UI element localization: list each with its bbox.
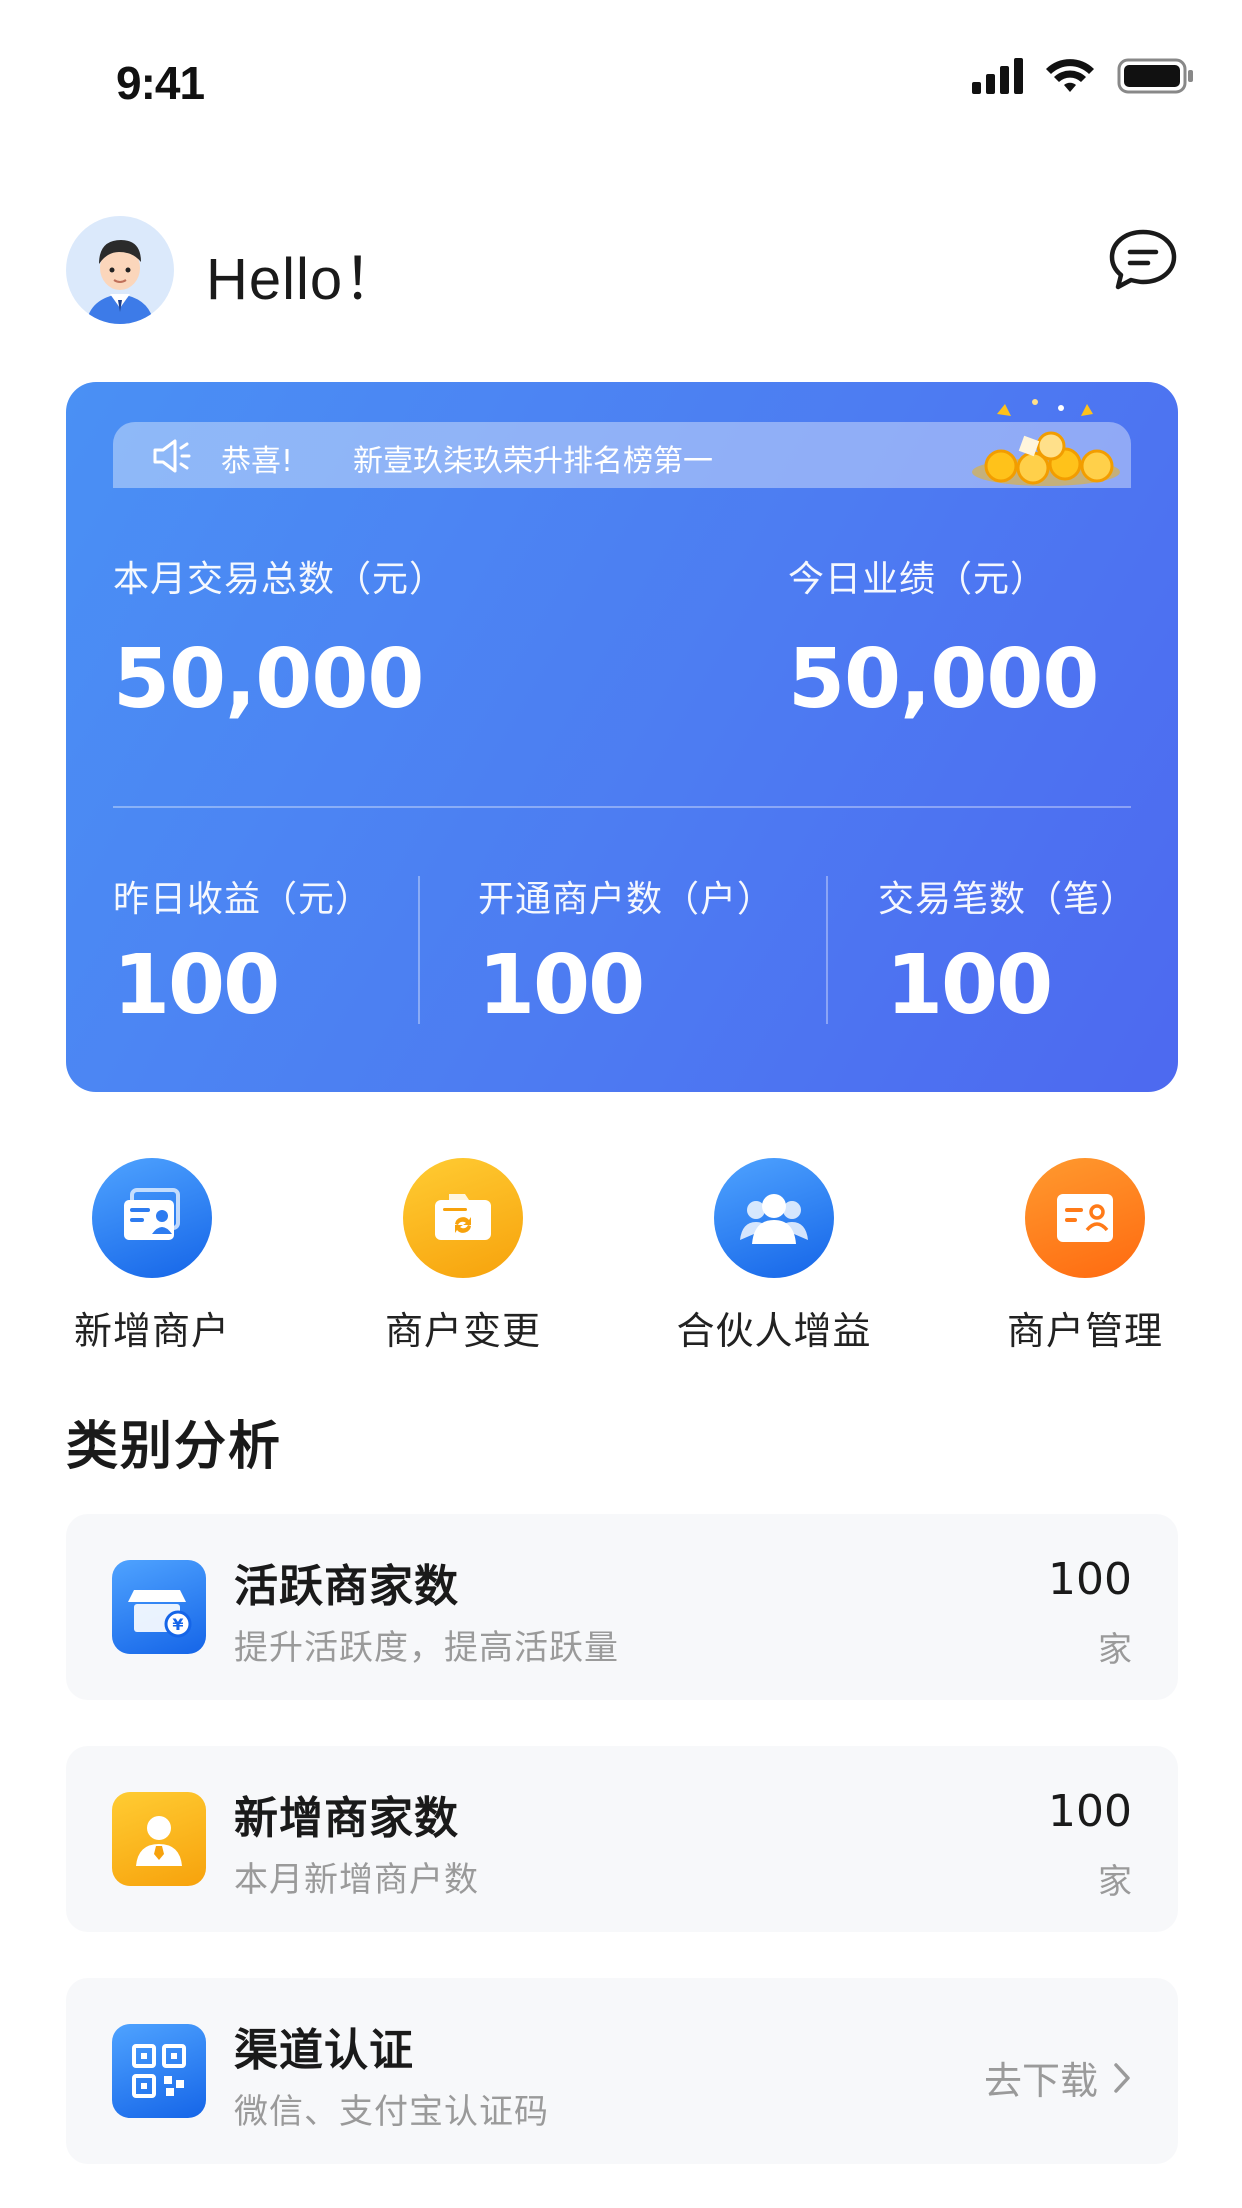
- yesterday-label: 昨日收益（元）: [113, 879, 373, 920]
- download-link-label: 去下载: [983, 2059, 1098, 2103]
- list-item-channel-auth[interactable]: 渠道认证 微信、支付宝认证码 去下载: [66, 1978, 1178, 2164]
- quick-action-add-merchant[interactable]: 新增商户: [32, 1158, 272, 1355]
- section-title: 类别分析: [66, 1417, 283, 1477]
- list-item-value: 100: [1048, 1554, 1132, 1605]
- notice-text: 新壹玖柒玖荣升排名榜第一: [353, 444, 713, 479]
- battery-icon: [1117, 58, 1193, 94]
- merchants-value: 100: [478, 938, 645, 1033]
- svg-text:¥: ¥: [172, 1615, 183, 1634]
- quick-action-merchant-change[interactable]: 商户变更: [343, 1158, 583, 1355]
- wifi-icon: [1046, 59, 1094, 92]
- avatar[interactable]: [66, 216, 174, 324]
- list-item-unit: 家: [1098, 1630, 1132, 1670]
- status-icons: [972, 56, 1196, 96]
- store-icon: ¥: [112, 1560, 206, 1654]
- folder-refresh-icon: [403, 1158, 523, 1278]
- id-card-icon: [92, 1158, 212, 1278]
- signal-icon: [972, 58, 1023, 94]
- list-item-active-merchants[interactable]: ¥ 活跃商家数 提升活跃度，提高活跃量 100 家: [66, 1514, 1178, 1700]
- notice-congrats: 恭喜!: [221, 444, 294, 479]
- people-icon: [714, 1158, 834, 1278]
- profile-card-icon: [1025, 1158, 1145, 1278]
- list-item-title: 新增商家数: [234, 1793, 459, 1844]
- quick-action-label: 合伙人增益: [676, 1309, 872, 1353]
- today-value: 50,000: [788, 632, 1099, 727]
- monthly-total-value: 50,000: [113, 632, 424, 727]
- list-item-subtitle: 提升活跃度，提高活跃量: [234, 1628, 619, 1668]
- yesterday-value: 100: [113, 938, 280, 1033]
- card-divider-vertical: [418, 876, 420, 1024]
- merchants-label: 开通商户数（户）: [478, 879, 775, 920]
- chevron-right-icon: [1114, 2062, 1130, 2093]
- person-icon: [112, 1792, 206, 1886]
- card-divider: [113, 806, 1131, 808]
- message-icon[interactable]: [1108, 226, 1178, 296]
- list-item-title: 活跃商家数: [234, 1561, 459, 1612]
- quick-action-label: 商户管理: [1006, 1309, 1163, 1353]
- notice-bar[interactable]: 恭喜! 新壹玖柒玖荣升排名榜第一: [113, 399, 1131, 488]
- quick-action-label: 商户变更: [384, 1309, 541, 1353]
- list-item-subtitle: 微信、支付宝认证码: [234, 2092, 549, 2132]
- list-item-new-merchants[interactable]: 新增商家数 本月新增商户数 100 家: [66, 1746, 1178, 1932]
- transactions-label: 交易笔数（笔）: [878, 879, 1138, 920]
- transactions-value: 100: [886, 938, 1053, 1033]
- greeting: Hello！: [206, 247, 403, 312]
- stats-card: 恭喜! 新壹玖柒玖荣升排名榜第一 本月交易总数（元） 50,000 今日业绩（元…: [66, 382, 1178, 1092]
- card-divider-vertical: [826, 876, 828, 1024]
- quick-action-label: 新增商户: [73, 1309, 230, 1353]
- list-item-unit: 家: [1098, 1862, 1132, 1902]
- today-label: 今日业绩（元）: [788, 559, 1048, 600]
- list-item-value: 100: [1048, 1786, 1132, 1837]
- list-item-title: 渠道认证: [234, 2025, 414, 2076]
- speaker-icon: [153, 439, 191, 473]
- list-item-subtitle: 本月新增商户数: [234, 1860, 479, 1900]
- qr-code-icon: [112, 2024, 206, 2118]
- gold-coins-icon: [972, 399, 1120, 486]
- download-link[interactable]: 去下载: [984, 2050, 1132, 2105]
- monthly-total-label: 本月交易总数（元）: [113, 559, 447, 600]
- status-time: 9:41: [116, 57, 205, 109]
- quick-action-merchant-manage[interactable]: 商户管理: [965, 1158, 1205, 1355]
- quick-action-partner-gain[interactable]: 合伙人增益: [654, 1158, 894, 1355]
